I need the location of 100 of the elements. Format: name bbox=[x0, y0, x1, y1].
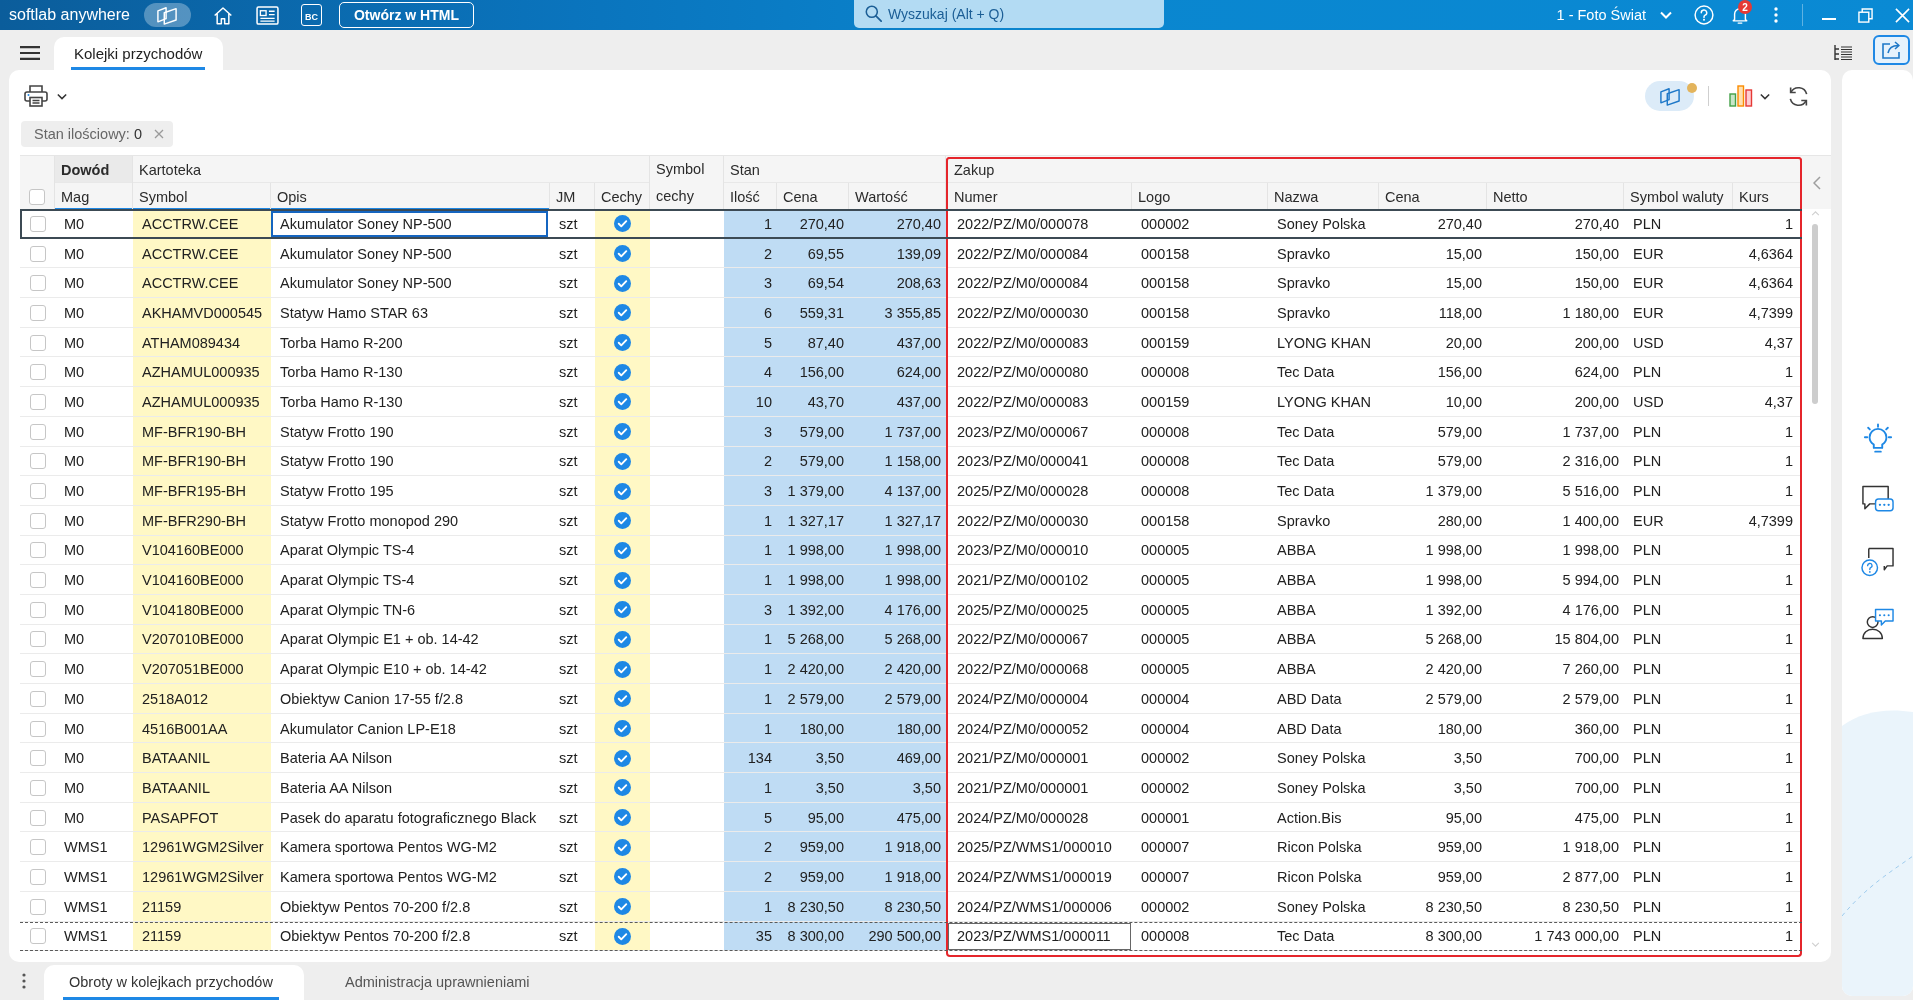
search-field[interactable]: Wyszukaj (Alt + Q) bbox=[853, 0, 1164, 28]
table-row[interactable]: M0 PASAPFOT Pasek do aparatu fotograficznego Black szt 5 95,00 475,00 2024/PZ/M0/000028 000001 Action.Bis 95,00 475,00 PLN 1 bbox=[20, 802, 1802, 833]
restore-icon[interactable] bbox=[1858, 7, 1873, 23]
tab[interactable]: Administracja uprawnieniami bbox=[329, 965, 546, 1000]
refresh-icon[interactable] bbox=[1787, 84, 1810, 108]
table-row[interactable]: M0 2518A012 Obiektyw Canion 17-55 f/2.8 szt 1 2 579,00 2 579,00 2024/PZ/M0/000004 000004 ABD Data 2 579,00 2 579,00 PLN 1 bbox=[20, 684, 1802, 714]
view-toggle-button[interactable] bbox=[1645, 81, 1694, 111]
table-row[interactable]: M0 ACCTRW.CEE Akumulator Soney NP-500 szt 1 270,40 270,40 2022/PZ/M0/000078 000002 Soney Polska 270,40 270,40 PLN 1 bbox=[20, 209, 1802, 239]
row-checkbox[interactable] bbox=[29, 275, 46, 292]
select-all-checkbox[interactable] bbox=[29, 189, 45, 205]
row-checkbox[interactable] bbox=[29, 631, 46, 648]
column-header[interactable]: Symbol waluty bbox=[1624, 183, 1733, 210]
table-row[interactable]: WMS1 12961WGM2Silver Kamera sportowa Pentos WG-M2 szt 2 959,00 1 918,00 2024/PZ/WMS1/000019 000007 Ricon Polska 959,00 2 877,00 PLN 1 bbox=[20, 862, 1802, 892]
row-checkbox[interactable] bbox=[29, 572, 46, 589]
row-checkbox[interactable] bbox=[29, 364, 46, 381]
row-checkbox[interactable] bbox=[29, 215, 46, 232]
table-row[interactable]: M0 AZHAMUL000935 Torba Hamo R-130 szt 10 43,70 437,00 2022/PZ/M0/000083 000159 LYONG KHAN 10,00 200,00 USD 4,37 bbox=[20, 387, 1802, 417]
row-checkbox[interactable] bbox=[29, 779, 46, 796]
printer-icon[interactable] bbox=[24, 85, 48, 107]
table-row[interactable]: M0 AZHAMUL000935 Torba Hamo R-130 szt 4 156,00 624,00 2022/PZ/M0/000080 000008 Tec Data 156,00 624,00 PLN 1 bbox=[20, 357, 1802, 388]
row-checkbox[interactable] bbox=[29, 750, 46, 767]
company-selector[interactable]: 1 - Foto Świat bbox=[1556, 7, 1672, 23]
row-checkbox[interactable] bbox=[29, 661, 46, 678]
tab[interactable]: Kolejki przychodów bbox=[54, 37, 223, 70]
row-checkbox[interactable] bbox=[29, 928, 46, 945]
support-chat-icon[interactable] bbox=[1861, 608, 1894, 640]
row-checkbox[interactable] bbox=[29, 334, 46, 351]
scrollbar-thumb[interactable] bbox=[1812, 224, 1818, 404]
column-header[interactable]: Netto bbox=[1487, 183, 1624, 210]
table-row[interactable]: M0 V207051BE000 Aparat Olympic E10 + ob. 14-42 szt 1 2 420,00 2 420,00 2022/PZ/M0/000068 000005 ABBA 2 420,00 7 260,00 PLN 1 bbox=[20, 654, 1802, 684]
column-header[interactable]: Mag bbox=[55, 183, 133, 210]
share-button[interactable] bbox=[1873, 35, 1910, 65]
table-row[interactable]: M0 AKHAMVD000545 Statyw Hamo STAR 63 szt 6 559,31 3 355,85 2022/PZ/M0/000030 000158 Spravko 118,00 1 180,00 EUR 4,7399 bbox=[20, 298, 1802, 328]
more-icon[interactable] bbox=[1774, 7, 1778, 23]
row-checkbox[interactable] bbox=[29, 393, 46, 410]
table-row[interactable]: M0 BATAANIL Bateria AA Nilson szt 1 3,50 3,50 2021/PZ/M0/000001 000002 Soney Polska 3,50 700,00 PLN 1 bbox=[20, 773, 1802, 803]
chevron-down-icon[interactable] bbox=[57, 92, 67, 100]
lightbulb-icon[interactable] bbox=[1862, 423, 1893, 454]
column-header[interactable]: Symbol bbox=[133, 183, 271, 210]
row-checkbox[interactable] bbox=[29, 898, 46, 915]
close-icon[interactable] bbox=[154, 129, 164, 139]
table-row[interactable]: M0 ACCTRW.CEE Akumulator Soney NP-500 szt 3 69,54 208,63 2022/PZ/M0/000084 000158 Spravko 15,00 150,00 EUR 4,6364 bbox=[20, 268, 1802, 299]
row-checkbox[interactable] bbox=[29, 839, 46, 856]
bar-chart-icon[interactable] bbox=[1729, 85, 1753, 107]
column-header[interactable]: Logo bbox=[1132, 183, 1268, 210]
column-header[interactable]: Ilość bbox=[724, 183, 777, 210]
column-header[interactable]: Wartość bbox=[849, 183, 946, 210]
column-header[interactable]: Cena bbox=[777, 183, 849, 210]
help-chat-icon[interactable] bbox=[1861, 546, 1894, 578]
row-checkbox[interactable] bbox=[29, 868, 46, 885]
table-row[interactable]: M0 V104160BE000 Aparat Olympic TS-4 szt 1 1 998,00 1 998,00 2023/PZ/M0/000010 000005 ABBA 1 998,00 1 998,00 PLN 1 bbox=[20, 535, 1802, 566]
column-header[interactable]: Numer bbox=[946, 183, 1132, 210]
column-header[interactable]: JM bbox=[550, 183, 595, 210]
table-row[interactable]: M0 MF-BFR290-BH Statyw Frotto monopod 290 szt 1 1 327,17 1 327,17 2022/PZ/M0/000030 000158 Spravko 280,00 1 400,00 EUR 4,7399 bbox=[20, 505, 1802, 536]
table-row[interactable]: M0 4516B001AA Akumulator Canion LP-E18 szt 1 180,00 180,00 2024/PZ/M0/000052 000004 ABD Data 180,00 360,00 PLN 1 bbox=[20, 713, 1802, 744]
table-row[interactable]: M0 MF-BFR190-BH Statyw Frotto 190 szt 2 579,00 1 158,00 2023/PZ/M0/000041 000008 Tec Data 579,00 2 316,00 PLN 1 bbox=[20, 446, 1802, 477]
table-row[interactable]: M0 V104160BE000 Aparat Olympic TS-4 szt 1 1 998,00 1 998,00 2021/PZ/M0/000102 000005 ABBA 1 998,00 5 994,00 PLN 1 bbox=[20, 565, 1802, 595]
column-header[interactable]: Opis bbox=[271, 183, 550, 210]
row-checkbox[interactable] bbox=[29, 304, 46, 321]
help-icon[interactable] bbox=[1694, 5, 1714, 25]
row-checkbox[interactable] bbox=[29, 720, 46, 737]
table-row[interactable]: M0 V104180BE000 Aparat Olympic TN-6 szt 3 1 392,00 4 176,00 2025/PZ/M0/000025 000005 ABBA 1 392,00 4 176,00 PLN 1 bbox=[20, 594, 1802, 625]
bc-button[interactable]: BC bbox=[300, 4, 322, 26]
row-checkbox[interactable] bbox=[29, 690, 46, 707]
table-row[interactable]: M0 MF-BFR195-BH Statyw Frotto 195 szt 3 1 379,00 4 137,00 2025/PZ/M0/000028 000008 Tec Data 1 379,00 5 516,00 PLN 1 bbox=[20, 476, 1802, 506]
column-header[interactable]: Kurs bbox=[1733, 183, 1802, 210]
row-checkbox[interactable] bbox=[29, 512, 46, 529]
table-row[interactable]: M0 ACCTRW.CEE Akumulator Soney NP-500 szt 2 69,55 139,09 2022/PZ/M0/000084 000158 Spravko 15,00 150,00 EUR 4,6364 bbox=[20, 238, 1802, 269]
table-row[interactable]: M0 V207010BE000 Aparat Olympic E1 + ob. 14-42 szt 1 5 268,00 5 268,00 2022/PZ/M0/000067 000005 ABBA 5 268,00 15 804,00 PLN 1 bbox=[20, 624, 1802, 655]
table-row[interactable]: M0 BATAANIL Bateria AA Nilson szt 134 3,50 469,00 2021/PZ/M0/000001 000002 Soney Polska 3,50 700,00 PLN 1 bbox=[20, 743, 1802, 774]
newspaper-icon[interactable] bbox=[255, 5, 279, 25]
row-checkbox[interactable] bbox=[29, 483, 46, 500]
row-checkbox[interactable] bbox=[29, 453, 46, 470]
row-checkbox[interactable] bbox=[29, 245, 46, 262]
minimize-icon[interactable] bbox=[1822, 18, 1836, 20]
table-row[interactable]: WMS1 21159 Obiektyw Pentos 70-200 f/2.8 szt 35 8 300,00 290 500,00 2023/PZ/WMS1/000011 000008 Tec Data 8 300,00 1 743 000,00 PLN 1 bbox=[20, 921, 1802, 952]
chevron-down-icon[interactable] bbox=[1760, 92, 1770, 100]
row-checkbox[interactable] bbox=[29, 601, 46, 618]
table-cell: PLN bbox=[1624, 921, 1733, 952]
row-checkbox[interactable] bbox=[29, 542, 46, 559]
row-checkbox[interactable] bbox=[29, 809, 46, 826]
table-row[interactable]: M0 ATHAM089434 Torba Hamo R-200 szt 5 87,40 437,00 2022/PZ/M0/000083 000159 LYONG KHAN 20,00 200,00 USD 4,37 bbox=[20, 327, 1802, 358]
column-header[interactable]: Cena bbox=[1379, 183, 1487, 210]
more-icon[interactable] bbox=[22, 973, 26, 989]
chevron-left-icon[interactable] bbox=[1812, 176, 1821, 190]
table-row[interactable]: M0 MF-BFR190-BH Statyw Frotto 190 szt 3 579,00 1 737,00 2023/PZ/M0/000067 000008 Tec Data 579,00 1 737,00 PLN 1 bbox=[20, 416, 1802, 447]
table-row[interactable]: WMS1 12961WGM2Silver Kamera sportowa Pentos WG-M2 szt 2 959,00 1 918,00 2025/PZ/WMS1/000010 000007 Ricon Polska 959,00 1 918,00 PLN 1 bbox=[20, 832, 1802, 863]
open-html-button[interactable]: Otwórz w HTML bbox=[338, 2, 474, 28]
menu-icon[interactable] bbox=[20, 46, 40, 60]
tab[interactable]: Obroty w kolejkach przychodów bbox=[44, 965, 304, 1000]
list-icon[interactable] bbox=[1833, 44, 1853, 62]
column-header[interactable]: Symbol cechy bbox=[650, 156, 724, 210]
column-header[interactable]: Nazwa bbox=[1268, 183, 1379, 210]
apps-button[interactable] bbox=[143, 3, 191, 27]
chevron-up-icon[interactable] bbox=[1811, 211, 1820, 216]
table-cell: 5 516,00 bbox=[1487, 476, 1624, 506]
home-icon[interactable] bbox=[212, 5, 233, 25]
table-row[interactable]: WMS1 21159 Obiektyw Pentos 70-200 f/2.8 szt 1 8 230,50 8 230,50 2024/PZ/WMS1/000006 000002 Soney Polska 8 230,50 8 230,50 PLN 1 bbox=[20, 891, 1802, 922]
row-checkbox[interactable] bbox=[29, 423, 46, 440]
column-header[interactable]: Cechy bbox=[595, 183, 650, 210]
